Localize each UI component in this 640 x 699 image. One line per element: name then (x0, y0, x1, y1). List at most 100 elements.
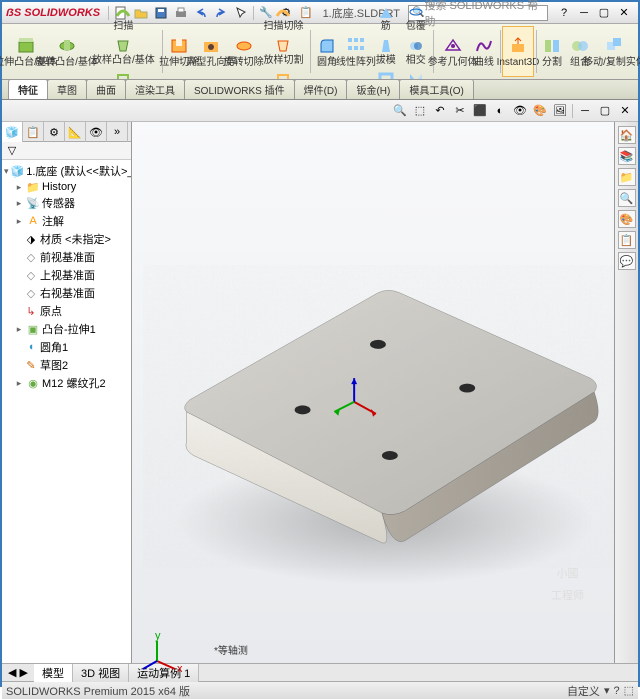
help-icon[interactable]: ? (555, 5, 573, 21)
window-min-icon[interactable]: ─ (576, 103, 594, 119)
tree-item[interactable]: ⬗材质 <未指定> (4, 230, 129, 248)
tree-item[interactable]: ◇前视基准面 (4, 248, 129, 266)
3d-viewport[interactable]: x y z *等轴测 小國 工程师 (132, 122, 614, 663)
config-tab-icon[interactable]: ⚙ (44, 122, 65, 142)
tree-item[interactable]: ▸A注解 (4, 212, 129, 230)
bottom-tabs: ◀ ▶ 模型 3D 视图 运动算例 1 (2, 663, 638, 681)
status-custom[interactable]: 自定义 (567, 683, 600, 699)
tree-item[interactable]: ✎草图2 (4, 356, 129, 374)
tree-item[interactable]: ◖圆角1 (4, 338, 129, 356)
display-tab-icon[interactable]: 👁 (86, 122, 107, 142)
tab-sketch[interactable]: 草图 (47, 79, 87, 99)
instant3d-button[interactable]: Instant3D (502, 26, 533, 77)
tab-sheetmetal[interactable]: 钣金(H) (346, 79, 400, 99)
tab-mold[interactable]: 模具工具(O) (399, 79, 473, 99)
zoom-fit-icon[interactable]: 🔍 (391, 103, 409, 119)
loft-button[interactable]: 放样凸台/基体 (87, 35, 160, 69)
close-icon[interactable]: ✕ (615, 5, 633, 21)
print-icon[interactable] (172, 5, 190, 21)
sweep-cut-button[interactable]: 扫描切除 (258, 1, 308, 35)
svg-text:z: z (142, 664, 143, 673)
task-pane: 🏠 📚 📁 🔍 🎨 📋 💬 (614, 122, 638, 663)
tree-item[interactable]: ◇右视基准面 (4, 284, 129, 302)
curves-button[interactable]: 曲线 (470, 26, 498, 77)
intersect-button[interactable]: 相交 (401, 35, 431, 69)
dimxpert-tab-icon[interactable]: 📐 (65, 122, 86, 142)
extrude-boss-button[interactable]: 拉伸凸台/基体 (5, 26, 46, 77)
taskpane-explorer-icon[interactable]: 📁 (618, 168, 636, 186)
svg-text:y: y (155, 633, 161, 642)
feature-manager-panel: 🧊 📋 ⚙ 📐 👁 » ▽ ▾🧊1.底座 (默认<<默认>_显示 ▸📁Histo… (2, 122, 132, 663)
status-maximize-icon[interactable]: ⬚ (624, 684, 634, 697)
sweep-button[interactable]: 扫描 (87, 1, 160, 35)
tab-weldments[interactable]: 焊件(D) (294, 79, 348, 99)
minimize-icon[interactable]: ─ (575, 5, 593, 21)
svg-text:x: x (177, 663, 182, 673)
loft-cut-button[interactable]: 放样切割 (258, 35, 308, 69)
taskpane-resources-icon[interactable]: 🏠 (618, 126, 636, 144)
split-button[interactable]: 分割 (538, 26, 566, 77)
rib-button[interactable]: 筋 (371, 1, 401, 35)
tab-features[interactable]: 特征 (8, 79, 48, 99)
panel-tabs: 🧊 📋 ⚙ 📐 👁 » (2, 122, 131, 142)
hide-show-icon[interactable]: 👁 (511, 103, 529, 119)
edit-appearance-icon[interactable]: 🎨 (531, 103, 549, 119)
ref-geometry-button[interactable]: 参考几何体 (435, 26, 470, 77)
hole-wizard-button[interactable]: 异型孔向导 (194, 26, 229, 77)
window-close-icon[interactable]: ✕ (616, 103, 634, 119)
tree-filter-bar: ▽ (2, 142, 131, 160)
property-tab-icon[interactable]: 📋 (23, 122, 44, 142)
status-bar: SOLIDWORKS Premium 2015 x64 版 自定义 ▾ ? ⬚ (2, 681, 638, 699)
select-icon[interactable] (232, 5, 250, 21)
tree-item[interactable]: ▸📁History (4, 180, 129, 194)
status-version: SOLIDWORKS Premium 2015 x64 版 (6, 683, 190, 699)
command-tabs: 特征 草图 曲面 渲染工具 SOLIDWORKS 插件 焊件(D) 钣金(H) … (2, 80, 638, 100)
window-max-icon[interactable]: ▢ (596, 103, 614, 119)
maximize-icon[interactable]: ▢ (595, 5, 613, 21)
zoom-area-icon[interactable]: ⬚ (411, 103, 429, 119)
taskpane-forum-icon[interactable]: 💬 (618, 252, 636, 270)
redo-icon[interactable] (212, 5, 230, 21)
btab-model[interactable]: 模型 (34, 664, 73, 682)
apply-scene-icon[interactable]: 🖼 (551, 103, 569, 119)
taskpane-library-icon[interactable]: 📚 (618, 147, 636, 165)
tree-item[interactable]: ▸◉M12 螺纹孔2 (4, 374, 129, 392)
status-dropdown-icon[interactable]: ▾ (604, 684, 610, 697)
more-tab-icon[interactable]: » (107, 122, 128, 142)
tree-item[interactable]: ◇上视基准面 (4, 266, 129, 284)
extrude-cut-button[interactable]: 拉伸切除 (164, 26, 194, 77)
main-area: 🧊 📋 ⚙ 📐 👁 » ▽ ▾🧊1.底座 (默认<<默认>_显示 ▸📁Histo… (2, 122, 638, 663)
taskpane-view-icon[interactable]: 🔍 (618, 189, 636, 207)
taskpane-properties-icon[interactable]: 📋 (618, 231, 636, 249)
status-help-icon[interactable]: ? (613, 685, 619, 697)
tab-addins[interactable]: SOLIDWORKS 插件 (184, 79, 295, 99)
tree-item[interactable]: ▸▣凸台-拉伸1 (4, 320, 129, 338)
wrap-button[interactable]: 包覆 (401, 1, 431, 35)
display-style-icon[interactable]: ◐ (491, 103, 509, 119)
revolve-cut-button[interactable]: 旋转切除 (229, 26, 259, 77)
tab-render[interactable]: 渲染工具 (125, 79, 185, 99)
tab-surface[interactable]: 曲面 (86, 79, 126, 99)
undo-icon[interactable] (192, 5, 210, 21)
view-toolbar: 🔍 ⬚ ↶ ✂ ⬛ ◐ 👁 🎨 🖼 ─ ▢ ✕ (2, 100, 638, 122)
tree-item[interactable]: ▸📡传感器 (4, 194, 129, 212)
revolve-boss-button[interactable]: 旋转凸台/基体 (46, 26, 87, 77)
taskpane-appearance-icon[interactable]: 🎨 (618, 210, 636, 228)
view-orientation-icon[interactable]: ⬛ (471, 103, 489, 119)
combine-button[interactable]: 组合 (566, 26, 594, 77)
feature-tree: ▾🧊1.底座 (默认<<默认>_显示 ▸📁History ▸📡传感器 ▸A注解 … (2, 160, 131, 663)
prev-view-icon[interactable]: ↶ (431, 103, 449, 119)
ribbon: 拉伸凸台/基体 旋转凸台/基体 扫描 放样凸台/基体 边界凸台/基体 拉伸切除 … (2, 24, 638, 80)
app-logo: ẞS SOLIDWORKS (6, 7, 100, 19)
btab-3dview[interactable]: 3D 视图 (73, 664, 129, 682)
tree-item[interactable]: ↳原点 (4, 302, 129, 320)
filter-icon[interactable]: ▽ (5, 144, 19, 158)
fillet-button[interactable]: 圆角 (313, 26, 341, 77)
tree-root[interactable]: ▾🧊1.底座 (默认<<默认>_显示 (4, 162, 129, 180)
linear-pattern-button[interactable]: 线性阵列 (341, 26, 371, 77)
section-view-icon[interactable]: ✂ (451, 103, 469, 119)
draft-button[interactable]: 拔模 (371, 35, 401, 69)
view-label: *等轴测 (214, 642, 248, 657)
move-copy-button[interactable]: 移动/复制实体 (594, 26, 635, 77)
feature-tree-tab-icon[interactable]: 🧊 (2, 122, 23, 142)
